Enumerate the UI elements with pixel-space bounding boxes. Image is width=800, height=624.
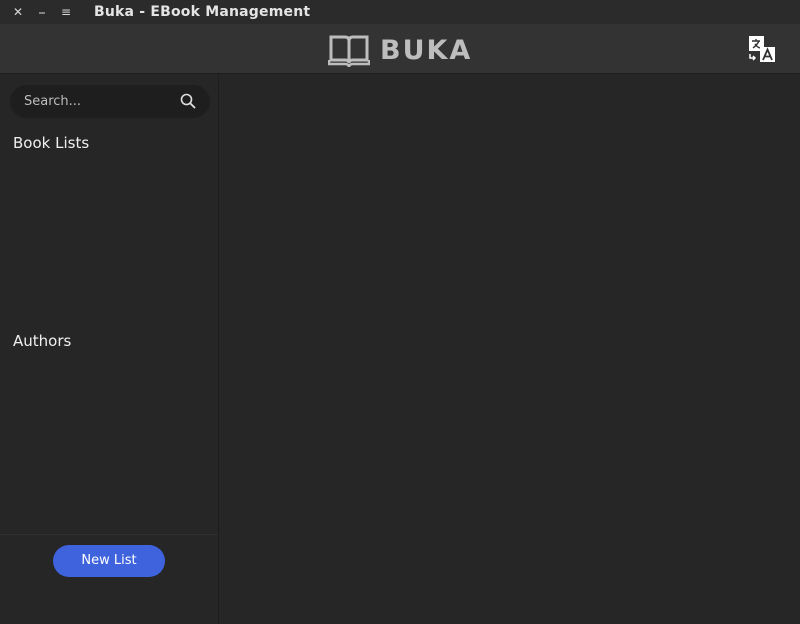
main-content-area — [219, 74, 800, 624]
window-title: Buka - EBook Management — [94, 4, 311, 20]
sidebar: Book Lists Authors New List — [0, 74, 219, 624]
open-book-icon — [328, 35, 370, 67]
sidebar-divider — [0, 534, 218, 535]
translate-icon[interactable] — [748, 35, 776, 63]
new-list-button[interactable]: New List — [53, 545, 165, 577]
minimize-window-button[interactable]: ⎯ — [33, 3, 51, 21]
logo-text: BUKA — [380, 34, 473, 66]
book-lists-heading: Book Lists — [13, 134, 90, 152]
close-window-button[interactable]: ✕ — [9, 3, 27, 21]
app-logo: BUKA — [328, 33, 472, 67]
app-header: BUKA — [0, 24, 800, 74]
search-icon[interactable] — [180, 93, 196, 109]
search-input[interactable] — [24, 85, 174, 118]
search-box — [10, 85, 210, 118]
maximize-window-button[interactable]: ≡ — [57, 3, 75, 21]
authors-heading: Authors — [13, 332, 72, 350]
window-titlebar: ✕ ⎯ ≡ Buka - EBook Management — [0, 0, 800, 24]
